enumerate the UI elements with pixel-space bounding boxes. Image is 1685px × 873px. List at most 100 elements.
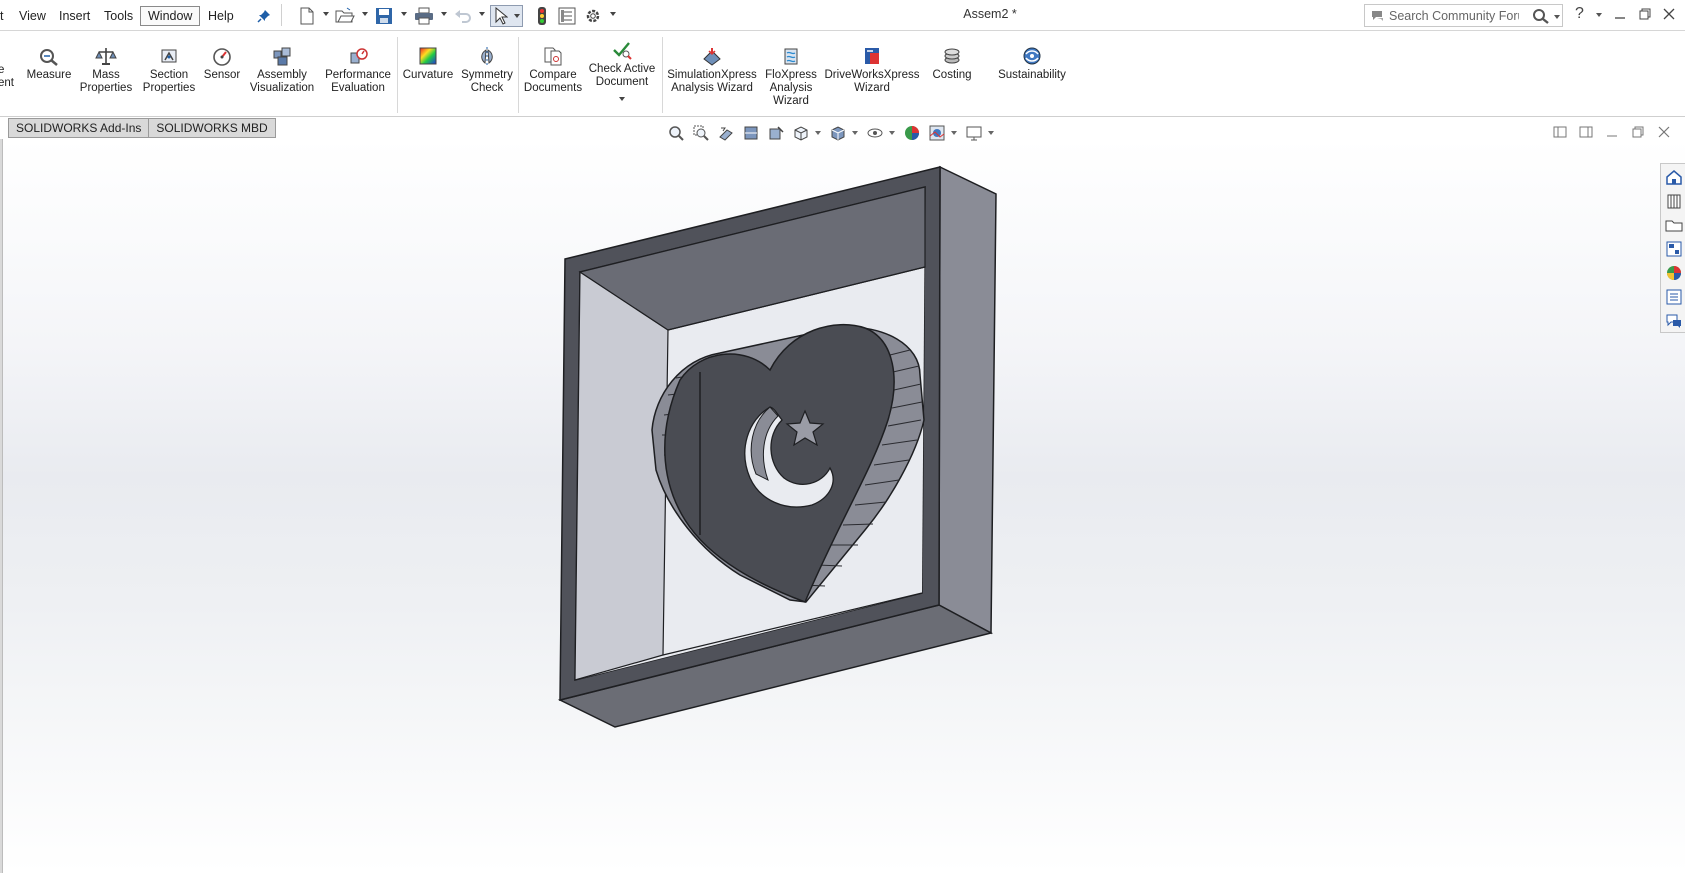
pin-icon[interactable]: [256, 5, 272, 27]
section-properties-button[interactable]: Section Properties: [140, 45, 198, 95]
curvature-label: Curvature: [402, 69, 454, 81]
tab-solidworks-add-ins[interactable]: SOLIDWORKS Add-Ins: [8, 118, 150, 138]
solidworks-resources-icon[interactable]: [1663, 166, 1685, 188]
ribbon-divider: [397, 37, 398, 113]
chevron-down-icon[interactable]: [988, 131, 994, 135]
section-properties-icon: [161, 49, 177, 63]
curvature-button[interactable]: Curvature: [401, 45, 455, 82]
graphics-viewport[interactable]: [3, 139, 1685, 873]
menu-item-window[interactable]: Window: [140, 6, 201, 26]
search-input[interactable]: [1389, 7, 1519, 24]
section-view-icon[interactable]: [739, 122, 762, 144]
chevron-down-icon[interactable]: [401, 12, 407, 16]
file-explorer-icon[interactable]: [1663, 214, 1685, 236]
partial-label-bottom: ent: [0, 77, 14, 89]
menu-item-help[interactable]: Help: [204, 6, 238, 26]
hide-show-items-icon[interactable]: [863, 122, 886, 144]
menu-item-view[interactable]: View: [15, 6, 50, 26]
partial-label-top: e: [0, 64, 5, 76]
minimize-icon[interactable]: [1613, 7, 1627, 24]
file-properties-icon[interactable]: [556, 5, 578, 27]
edit-appearance-icon[interactable]: [900, 122, 923, 144]
measure-button[interactable]: Measure: [23, 45, 75, 82]
help-icon[interactable]: ?: [1575, 5, 1584, 23]
search-box[interactable]: [1364, 4, 1563, 27]
chevron-down-icon[interactable]: [951, 131, 957, 135]
compare-documents-button[interactable]: Compare Documents: [522, 45, 584, 95]
display-style-icon[interactable]: [826, 122, 849, 144]
apply-scene-icon[interactable]: [925, 122, 948, 144]
doc-close-icon[interactable]: [1654, 122, 1674, 142]
menu-item-insert[interactable]: Insert: [55, 6, 94, 26]
cursor-icon: [495, 7, 508, 25]
symmetry-check-button[interactable]: Symmetry Check: [460, 45, 514, 95]
chevron-down-icon[interactable]: [479, 12, 485, 16]
chevron-down-icon[interactable]: [362, 12, 368, 16]
close-icon[interactable]: [1662, 7, 1676, 24]
rebuild-traffic-light-icon[interactable]: [534, 5, 550, 27]
curvature-icon: [419, 47, 437, 65]
gear-icon[interactable]: [582, 5, 604, 27]
tile-left-icon[interactable]: [1550, 122, 1570, 142]
new-document-icon[interactable]: [297, 5, 317, 27]
costing-button[interactable]: Costing: [926, 45, 978, 82]
dynamic-annotation-icon[interactable]: [764, 122, 787, 144]
tab-solidworks-mbd[interactable]: SOLIDWORKS MBD: [148, 118, 276, 138]
menu-item-partial[interactable]: t: [0, 6, 7, 26]
chevron-down-icon[interactable]: [889, 131, 895, 135]
sustainability-icon: [1023, 47, 1041, 65]
chevron-down-icon[interactable]: [619, 97, 625, 101]
forum-icon[interactable]: [1663, 310, 1685, 332]
previous-view-icon[interactable]: [714, 122, 737, 144]
restore-icon[interactable]: [1638, 7, 1652, 24]
view-palette-icon[interactable]: [1663, 238, 1685, 260]
view-settings-icon[interactable]: [962, 122, 985, 144]
design-library-icon[interactable]: [1663, 190, 1685, 212]
assembly-visualization-button[interactable]: Assembly Visualization: [248, 45, 316, 95]
floxpress-label-line3: Wizard: [773, 95, 809, 107]
mass-properties-button[interactable]: Mass Properties: [78, 45, 134, 95]
sensor-button[interactable]: Sensor: [203, 45, 241, 82]
chevron-down-icon[interactable]: [610, 12, 616, 16]
open-folder-icon[interactable]: [333, 5, 357, 27]
check-active-document-button[interactable]: Check Active Document: [588, 39, 656, 101]
ribbon-button-partial[interactable]: e ent: [0, 64, 18, 90]
select-tool-button[interactable]: [490, 5, 523, 27]
floxpress-button[interactable]: FloXpress Analysis Wizard: [762, 45, 820, 108]
driveworksxpress-icon: [865, 48, 879, 64]
driveworksxpress-button[interactable]: DriveWorksXpress Wizard: [824, 45, 920, 95]
appearances-icon[interactable]: [1663, 262, 1685, 284]
chevron-down-icon[interactable]: [1596, 13, 1602, 17]
chevron-down-icon[interactable]: [815, 131, 821, 135]
assembly-model[interactable]: [3, 139, 1685, 873]
chevron-down-icon[interactable]: [323, 12, 329, 16]
search-icon[interactable]: [1532, 8, 1550, 27]
frame-right-side-face: [938, 165, 997, 635]
chevron-down-icon[interactable]: [513, 14, 520, 18]
custom-properties-icon[interactable]: [1663, 286, 1685, 308]
tile-right-icon[interactable]: [1576, 122, 1596, 142]
save-icon[interactable]: [373, 5, 395, 27]
scale-icon: [95, 48, 117, 65]
doc-minimize-icon[interactable]: [1602, 122, 1622, 142]
sustainability-button[interactable]: Sustainability: [990, 45, 1074, 82]
chevron-down-icon[interactable]: [441, 12, 447, 16]
zoom-to-area-icon[interactable]: [689, 122, 712, 144]
menu-divider: [281, 4, 282, 26]
chevron-down-icon[interactable]: [1554, 15, 1560, 19]
print-icon[interactable]: [412, 5, 436, 27]
ribbon-divider: [518, 37, 519, 113]
section-label-line1: Section: [149, 69, 189, 81]
performance-evaluation-icon: [350, 48, 368, 64]
menu-item-tools[interactable]: Tools: [100, 6, 137, 26]
task-pane-tabs: [1660, 163, 1685, 333]
undo-icon[interactable]: [452, 5, 474, 27]
simulationxpress-button[interactable]: SimulationXpress Analysis Wizard: [666, 45, 758, 95]
frame-inner-left-wall: [574, 270, 669, 681]
perf-label-line1: Performance: [325, 69, 391, 81]
performance-evaluation-button[interactable]: Performance Evaluation: [323, 45, 393, 95]
view-orientation-icon[interactable]: [789, 122, 812, 144]
chevron-down-icon[interactable]: [852, 131, 858, 135]
zoom-to-fit-icon[interactable]: [664, 122, 687, 144]
doc-restore-icon[interactable]: [1628, 122, 1648, 142]
